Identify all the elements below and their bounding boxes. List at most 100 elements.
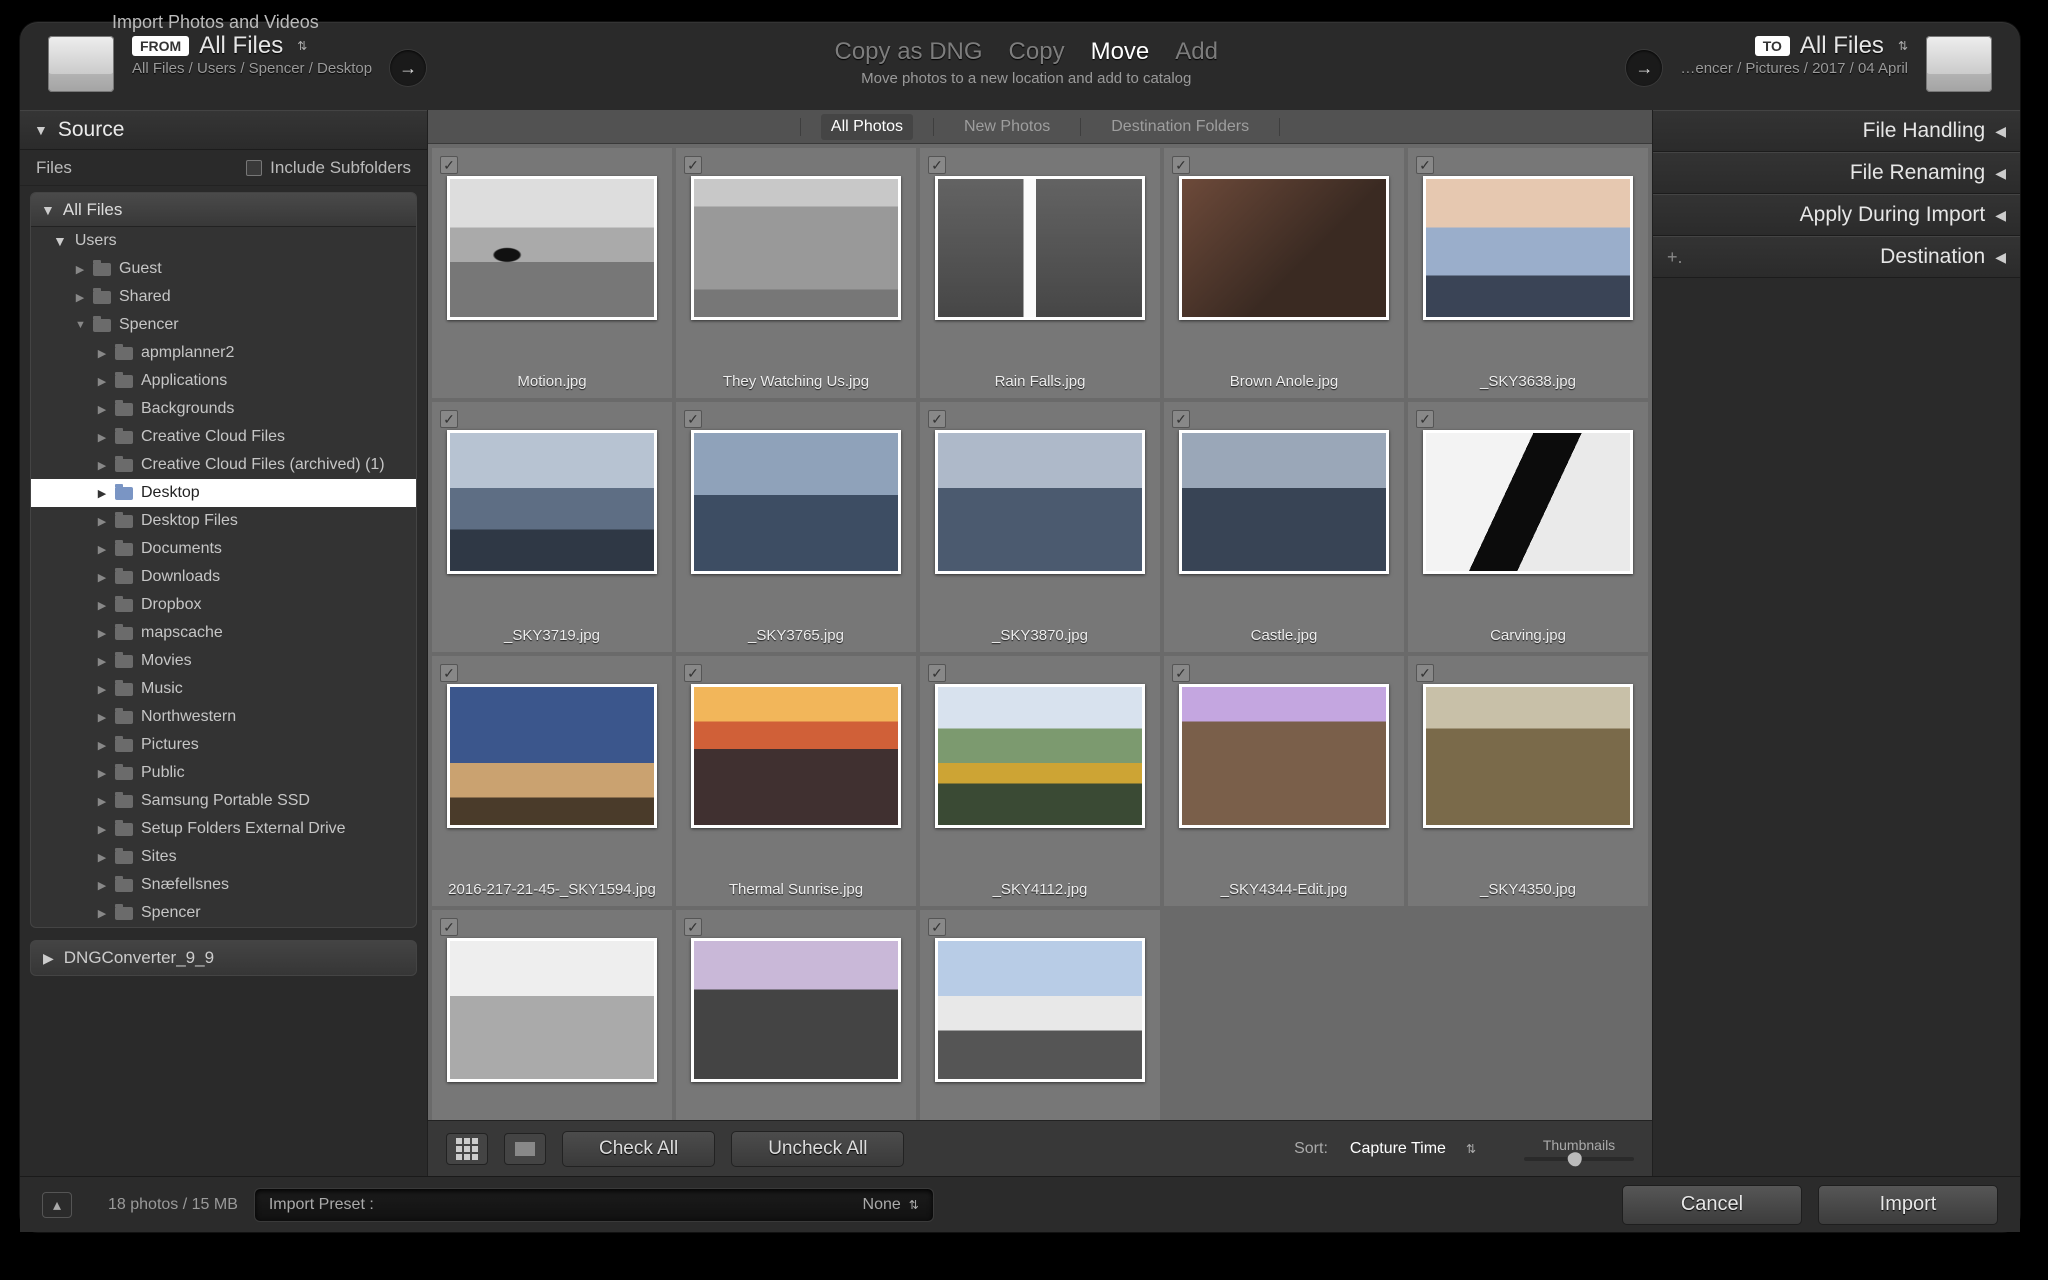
source-panel-header[interactable]: ▼ Source: [20, 110, 427, 150]
dest-picker[interactable]: TO All Files ⇅: [1680, 32, 1908, 60]
thumbnail-checkbox[interactable]: ✓: [684, 410, 702, 428]
file-renaming-panel[interactable]: File Renaming ◀: [1653, 152, 2020, 194]
thumbnail-filename: _SKY3719.jpg: [432, 627, 672, 644]
source-title: All Files: [199, 32, 283, 60]
thumbnail-cell[interactable]: ✓2016-217-21-45-_SKY1594.jpg: [432, 656, 672, 906]
tree-item[interactable]: ▶Northwestern: [31, 703, 416, 731]
tab-new-photos[interactable]: New Photos: [954, 114, 1060, 140]
thumbnail-checkbox[interactable]: ✓: [440, 664, 458, 682]
mode-add[interactable]: Add: [1175, 38, 1218, 66]
collapse-button[interactable]: ▴: [42, 1192, 72, 1218]
mode-copy[interactable]: Copy: [1009, 38, 1065, 66]
grid-view-button[interactable]: [446, 1133, 488, 1165]
tree-item[interactable]: ▶Creative Cloud Files (archived) (1): [31, 451, 416, 479]
uncheck-all-button[interactable]: Uncheck All: [731, 1131, 904, 1167]
source-picker[interactable]: FROM All Files ⇅: [132, 32, 372, 60]
thumbnail-cell[interactable]: ✓They Watching Us.jpg: [676, 148, 916, 398]
thumbnail-cell[interactable]: ✓_SKY_partial1: [432, 910, 672, 1120]
tree-item[interactable]: ▶Documents: [31, 535, 416, 563]
thumbnail-cell[interactable]: ✓Castle.jpg: [1164, 402, 1404, 652]
tree-item[interactable]: ▶Music: [31, 675, 416, 703]
tree-root[interactable]: ▼ All Files: [31, 193, 416, 227]
tree-item[interactable]: ▶Spencer: [31, 899, 416, 927]
tree-item[interactable]: ▶Shared: [31, 283, 416, 311]
thumbnail-checkbox[interactable]: ✓: [1416, 156, 1434, 174]
thumbnail-cell[interactable]: ✓_SKY3870.jpg: [920, 402, 1160, 652]
tree-item[interactable]: ▼Spencer: [31, 311, 416, 339]
disclose-icon: ▶: [97, 599, 107, 612]
sort-value[interactable]: Capture Time: [1350, 1140, 1446, 1158]
thumbnail-cell[interactable]: ✓Carving.jpg: [1408, 402, 1648, 652]
dest-arrow-button[interactable]: →: [1626, 50, 1662, 86]
apply-during-import-panel[interactable]: Apply During Import ◀: [1653, 194, 2020, 236]
thumbnail-checkbox[interactable]: ✓: [928, 410, 946, 428]
thumbnail-cell[interactable]: ✓Motion.jpg: [432, 148, 672, 398]
thumbnail-checkbox[interactable]: ✓: [684, 918, 702, 936]
disclose-icon: ▶: [97, 823, 107, 836]
thumbnail-cell[interactable]: ✓_SKY4344-Edit.jpg: [1164, 656, 1404, 906]
dropdown-icon: ⇅: [1466, 1142, 1476, 1156]
thumbnail-checkbox[interactable]: ✓: [1172, 664, 1190, 682]
thumbnail-cell[interactable]: ✓Rain Falls.jpg: [920, 148, 1160, 398]
mode-move[interactable]: Move: [1091, 38, 1150, 66]
thumbnail-checkbox[interactable]: ✓: [928, 156, 946, 174]
disclose-icon: ▶: [97, 655, 107, 668]
file-handling-panel[interactable]: File Handling ◀: [1653, 110, 2020, 152]
tree-item[interactable]: ▶Guest: [31, 255, 416, 283]
thumbnail-checkbox[interactable]: ✓: [928, 918, 946, 936]
thumbnail-checkbox[interactable]: ✓: [440, 410, 458, 428]
thumbnail-cell[interactable]: ✓_SKY3765.jpg: [676, 402, 916, 652]
tree-item[interactable]: ▶mapscache: [31, 619, 416, 647]
thumbnail-checkbox[interactable]: ✓: [1416, 664, 1434, 682]
thumbnail-checkbox[interactable]: ✓: [1416, 410, 1434, 428]
tree-item-label: Documents: [141, 540, 222, 558]
thumbnail-cell[interactable]: ✓ Brown Anole.jpg: [1164, 148, 1404, 398]
destination-panel[interactable]: +. Destination ◀: [1653, 236, 2020, 278]
thumbnail-cell[interactable]: ✓_SKY_partial2: [676, 910, 916, 1120]
tree-item[interactable]: ▶Applications: [31, 367, 416, 395]
tree-item[interactable]: ▶apmplanner2: [31, 339, 416, 367]
tree-item[interactable]: ▶Snæfellsnes: [31, 871, 416, 899]
tree-item[interactable]: ▶Pictures: [31, 731, 416, 759]
add-destination-icon[interactable]: +.: [1667, 247, 1683, 268]
thumbnail-checkbox[interactable]: ✓: [684, 664, 702, 682]
import-button[interactable]: Import: [1818, 1185, 1998, 1225]
tree-item[interactable]: ▶Desktop Files: [31, 507, 416, 535]
check-all-button[interactable]: Check All: [562, 1131, 715, 1167]
tree-item[interactable]: ▶Samsung Portable SSD: [31, 787, 416, 815]
thumbnail-cell[interactable]: ✓_SKY4350.jpg: [1408, 656, 1648, 906]
source-arrow-button[interactable]: →: [390, 50, 426, 86]
tree-item[interactable]: ▶Sites: [31, 843, 416, 871]
cancel-button[interactable]: Cancel: [1622, 1185, 1802, 1225]
tree-item[interactable]: ▶Downloads: [31, 563, 416, 591]
thumbnail-cell[interactable]: ✓Thermal Sunrise.jpg: [676, 656, 916, 906]
tree-item[interactable]: ▶Backgrounds: [31, 395, 416, 423]
thumbnail-cell[interactable]: ✓_SKY4112.jpg: [920, 656, 1160, 906]
thumbnail-checkbox[interactable]: ✓: [1172, 410, 1190, 428]
thumbnail-checkbox[interactable]: ✓: [440, 156, 458, 174]
loupe-view-button[interactable]: [504, 1133, 546, 1165]
thumbnail-size-slider[interactable]: [1524, 1157, 1634, 1161]
tab-destination-folders[interactable]: Destination Folders: [1101, 114, 1259, 140]
tree-item[interactable]: ▶Creative Cloud Files: [31, 423, 416, 451]
tree-item[interactable]: ▶Movies: [31, 647, 416, 675]
thumbnail-checkbox[interactable]: ✓: [928, 664, 946, 682]
dng-converter-row[interactable]: ▶ DNGConverter_9_9: [30, 940, 417, 976]
mode-subtitle: Move photos to a new location and add to…: [444, 70, 1608, 87]
thumbnail-filename: Brown Anole.jpg: [1164, 373, 1404, 390]
thumbnail-checkbox[interactable]: ✓: [440, 918, 458, 936]
tree-users[interactable]: ▼ Users: [31, 227, 416, 255]
thumbnail-checkbox[interactable]: ✓: [684, 156, 702, 174]
tree-item[interactable]: ▶Setup Folders External Drive: [31, 815, 416, 843]
thumbnail-cell[interactable]: ✓_SKY_partial3: [920, 910, 1160, 1120]
import-preset-picker[interactable]: Import Preset : None ⇅: [254, 1188, 934, 1222]
tree-item[interactable]: ▶Desktop: [31, 479, 416, 507]
tree-item[interactable]: ▶Public: [31, 759, 416, 787]
thumbnail-cell[interactable]: ✓_SKY3638.jpg: [1408, 148, 1648, 398]
tree-item[interactable]: ▶Dropbox: [31, 591, 416, 619]
thumbnail-cell[interactable]: ✓ _SKY3719.jpg: [432, 402, 672, 652]
include-subfolders-checkbox[interactable]: [246, 160, 262, 176]
thumbnail-checkbox[interactable]: ✓: [1172, 156, 1190, 174]
tab-all-photos[interactable]: All Photos: [821, 114, 913, 140]
mode-copy-dng[interactable]: Copy as DNG: [835, 38, 983, 66]
